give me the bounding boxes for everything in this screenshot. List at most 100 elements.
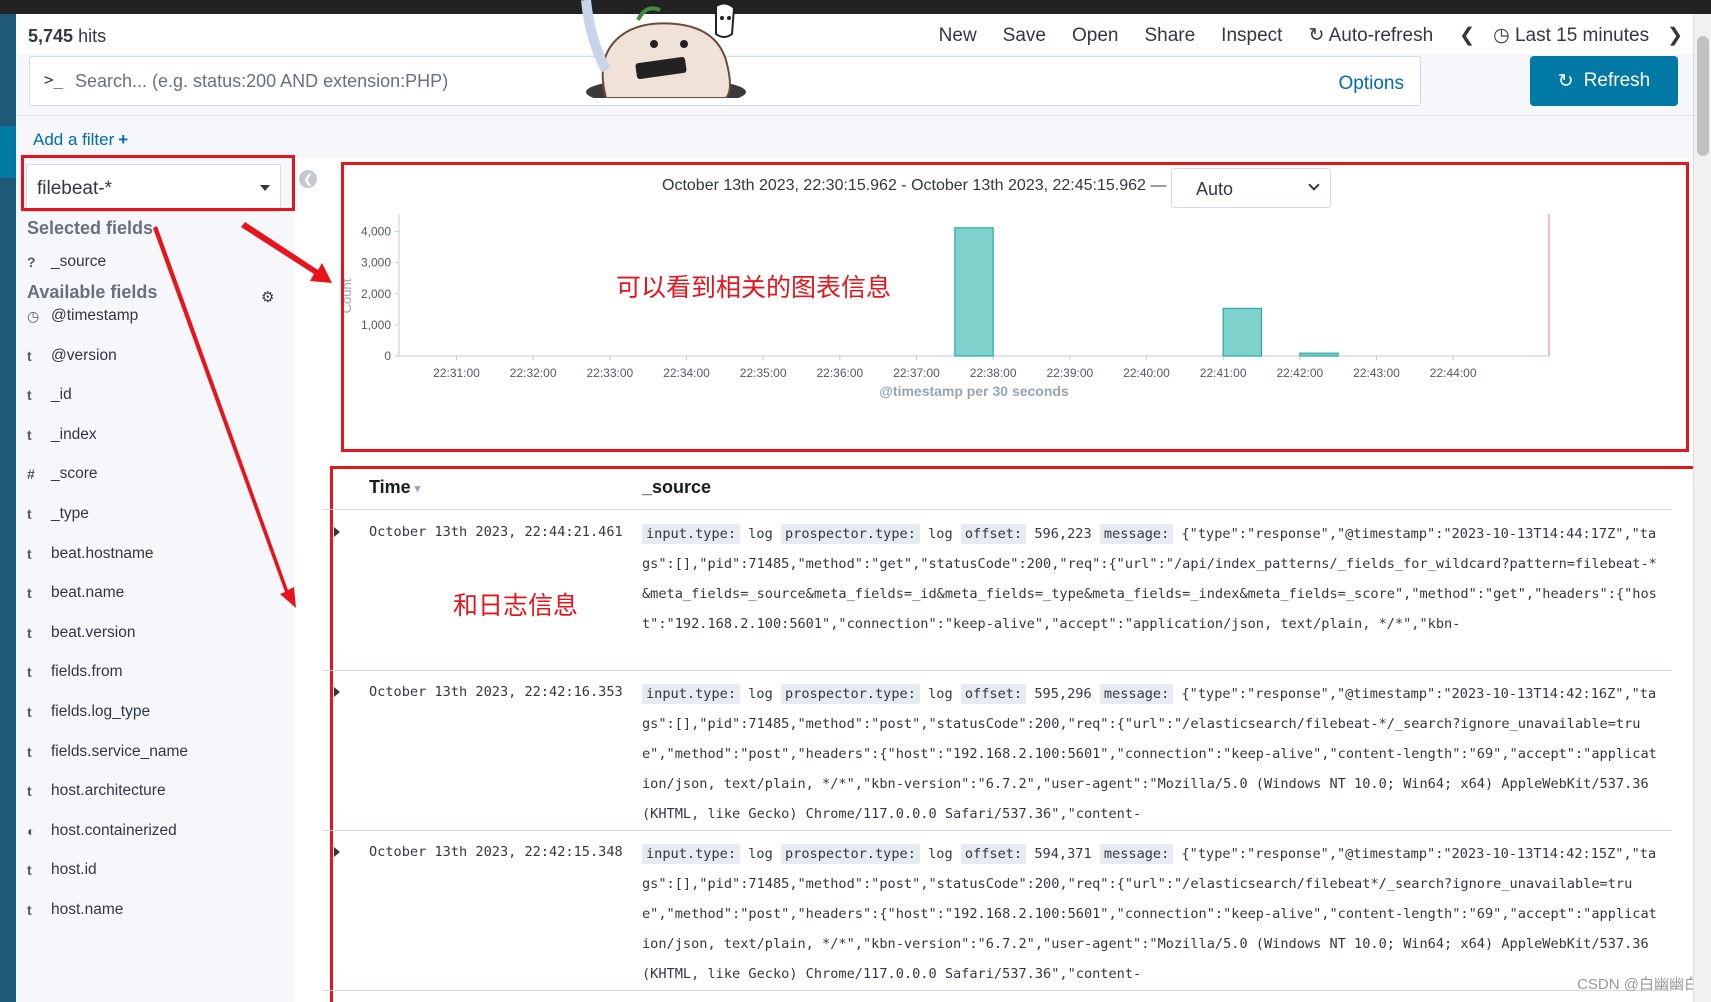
- row-source: input.type: log prospector.type: log off…: [642, 839, 1662, 989]
- field-item[interactable]: t fields.log_type: [27, 701, 150, 723]
- query-bar: >_ Options ↻ Refresh: [16, 54, 1693, 116]
- annotation-box-index: [21, 155, 295, 211]
- time-column-header[interactable]: Time ▾: [369, 477, 420, 498]
- field-item[interactable]: t beat.version: [27, 622, 135, 644]
- share-button[interactable]: Share: [1144, 25, 1195, 47]
- table-row: October 13th 2023, 22:42:15.348 input.typ…: [322, 831, 1672, 991]
- offset-key: offset:: [960, 524, 1027, 544]
- field-item[interactable]: t host.architecture: [27, 780, 166, 802]
- field-name: @timestamp: [51, 307, 139, 324]
- field-item[interactable]: t _type: [27, 503, 89, 525]
- clock-icon: ◷: [1493, 25, 1510, 46]
- string-type-icon: t: [27, 704, 32, 720]
- document-table: Time ▾ _source October 13th 2023, 22:44:2…: [322, 468, 1672, 1002]
- field-name: fields.service_name: [51, 742, 188, 760]
- refresh-button-label: Refresh: [1583, 70, 1651, 91]
- scrollbar-thumb[interactable]: [1697, 36, 1709, 156]
- hits-count: 5,745: [28, 26, 74, 46]
- string-type-icon: t: [27, 783, 32, 800]
- field-name: beat.version: [51, 623, 136, 641]
- top-nav: 5,745 hits New Save Open Share Inspect ↻…: [16, 14, 1693, 54]
- open-button[interactable]: Open: [1072, 25, 1118, 47]
- refresh-icon: ↻: [1308, 25, 1325, 46]
- time-picker-button[interactable]: ◷ Last 15 minutes: [1493, 24, 1649, 47]
- field-name: fields.log_type: [51, 703, 151, 720]
- kibana-nav-rail: [0, 14, 16, 1002]
- string-type-icon: t: [27, 624, 32, 641]
- string-type-icon: t: [27, 664, 32, 681]
- input-type-key: input.type:: [642, 684, 741, 704]
- field-name: host.name: [51, 901, 124, 918]
- row-timestamp: October 13th 2023, 22:42:15.348: [369, 844, 623, 860]
- prospector-type-key: prospector.type:: [780, 524, 920, 544]
- prospector-type-value: log: [928, 686, 953, 702]
- table-row: October 13th 2023, 22:44:21.461 input.typ…: [322, 511, 1672, 671]
- auto-refresh-label: Auto-refresh: [1328, 25, 1434, 46]
- auto-refresh-button[interactable]: ↻ Auto-refresh: [1308, 24, 1433, 47]
- hits-counter: 5,745 hits: [28, 26, 106, 47]
- string-type-icon: t: [27, 902, 32, 918]
- field-item[interactable]: t beat.name: [27, 582, 124, 604]
- filter-bar: Add a filter +: [16, 116, 1693, 158]
- field-item[interactable]: t host.id: [27, 859, 97, 881]
- plus-icon: +: [118, 130, 129, 149]
- time-back-chevron-icon[interactable]: ❮: [1459, 24, 1475, 47]
- offset-value: 594,371: [1034, 846, 1092, 862]
- mascot-sticker-image: [581, 0, 746, 98]
- prospector-type-value: log: [928, 846, 953, 862]
- row-timestamp: October 13th 2023, 22:44:21.461: [369, 524, 623, 540]
- field-sidebar: filebeat-* Selected fields ? _source Ava…: [16, 158, 294, 1002]
- string-type-icon: t: [27, 387, 32, 404]
- field-item[interactable]: ◐ host.containerized: [27, 820, 177, 842]
- offset-value: 596,223: [1034, 526, 1092, 542]
- refresh-button[interactable]: ↻ Refresh: [1530, 56, 1678, 106]
- field-item[interactable]: # _score: [27, 463, 98, 485]
- field-name: host.id: [51, 861, 97, 879]
- string-type-icon: t: [27, 743, 32, 760]
- field-item-source[interactable]: ? _source: [27, 251, 106, 273]
- field-item[interactable]: ◷ @timestamp: [27, 305, 138, 327]
- save-button[interactable]: Save: [1003, 25, 1046, 47]
- add-filter-link[interactable]: Add a filter +: [33, 130, 128, 150]
- field-item[interactable]: t _index: [27, 424, 97, 446]
- hits-label: hits: [78, 26, 107, 46]
- string-type-icon: t: [27, 585, 32, 602]
- expand-row-icon[interactable]: [334, 527, 340, 537]
- expand-row-icon[interactable]: [334, 687, 340, 697]
- time-column-label: Time: [369, 477, 411, 497]
- message-value: {"type":"response","@timestamp":"2023-10…: [642, 846, 1657, 982]
- message-key: message:: [1099, 844, 1174, 864]
- input-type-key: input.type:: [642, 524, 741, 544]
- available-fields-heading: Available fields: [27, 282, 158, 302]
- field-item[interactable]: t host.name: [27, 899, 123, 921]
- prospector-type-key: prospector.type:: [780, 844, 920, 864]
- time-forward-chevron-icon[interactable]: ❯: [1667, 24, 1683, 47]
- field-name: beat.hostname: [51, 544, 154, 562]
- options-link[interactable]: Options: [1339, 73, 1404, 95]
- field-item[interactable]: t fields.service_name: [27, 741, 188, 763]
- row-source: input.type: log prospector.type: log off…: [642, 679, 1662, 829]
- sort-desc-icon[interactable]: ▾: [415, 483, 421, 495]
- field-item[interactable]: t _id: [27, 384, 72, 406]
- selected-fields-heading: Selected fields: [27, 218, 154, 238]
- nav-rail-active-item[interactable]: [0, 126, 16, 178]
- message-key: message:: [1099, 524, 1174, 544]
- message-key: message:: [1099, 684, 1174, 704]
- field-item[interactable]: t fields.from: [27, 661, 123, 683]
- inspect-button[interactable]: Inspect: [1221, 25, 1282, 47]
- unknown-type-icon: ?: [27, 254, 36, 270]
- field-item[interactable]: t @version: [27, 345, 117, 367]
- page-scrollbar[interactable]: [1693, 14, 1711, 1002]
- field-name: host.architecture: [51, 782, 166, 800]
- expand-row-icon[interactable]: [334, 847, 340, 857]
- new-button[interactable]: New: [939, 25, 977, 47]
- gear-icon[interactable]: ⚙: [261, 288, 274, 306]
- row-timestamp: October 13th 2023, 22:42:16.353: [369, 684, 623, 700]
- field-name: _score: [51, 465, 98, 483]
- field-item[interactable]: t beat.hostname: [27, 543, 154, 565]
- field-name: _type: [51, 505, 89, 522]
- input-type-value: log: [748, 526, 773, 542]
- collapse-sidebar-icon[interactable]: ❮: [299, 170, 317, 188]
- message-value: {"type":"response","@timestamp":"2023-10…: [642, 686, 1657, 822]
- boolean-type-icon: ◐: [27, 822, 36, 839]
